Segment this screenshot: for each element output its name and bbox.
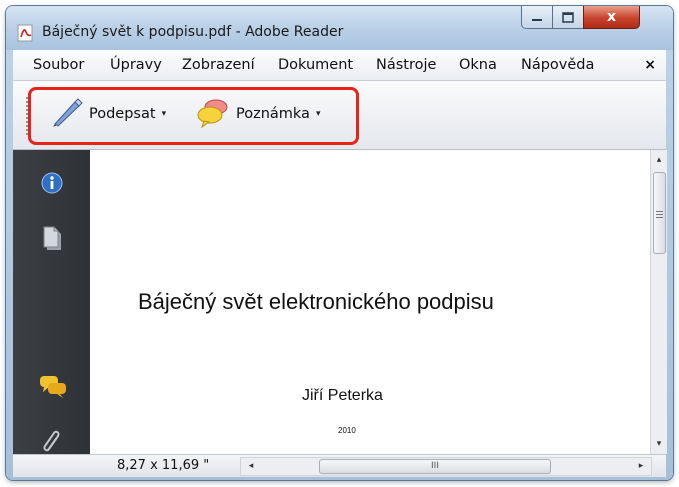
close-icon: x (606, 9, 617, 25)
comments-icon[interactable] (39, 374, 67, 404)
menu-upravy[interactable]: Úpravy (110, 57, 162, 73)
vertical-scrollbar[interactable]: ▴ ▾ (650, 150, 667, 454)
document-page[interactable]: Báječný svět elektronického podpisu Jiří… (90, 150, 650, 454)
menu-okna[interactable]: Okna (459, 57, 497, 73)
scroll-left-icon[interactable]: ◂ (243, 458, 259, 475)
navigation-pane (13, 150, 90, 454)
document-title: Báječný svět elektronického podpisu (138, 289, 494, 314)
horizontal-scroll-thumb[interactable]: III (319, 459, 551, 474)
menu-zobrazeni[interactable]: Zobrazení (182, 57, 255, 73)
chevron-down-icon: ▾ (161, 109, 167, 119)
status-bar: 8,27 x 11,69 " ◂ III ▸ (13, 454, 666, 477)
scroll-up-icon[interactable]: ▴ (651, 152, 667, 168)
document-author: Jiří Peterka (302, 387, 383, 404)
adobe-reader-icon (17, 24, 35, 42)
speech-bubbles-icon (196, 96, 230, 132)
horizontal-scrollbar[interactable]: ◂ III ▸ (240, 457, 652, 476)
minimize-icon (531, 8, 543, 27)
chevron-down-icon: ▾ (315, 109, 321, 119)
close-document-icon[interactable]: × (644, 57, 656, 73)
maximize-button[interactable] (552, 6, 584, 29)
scroll-right-icon[interactable]: ▸ (633, 458, 649, 475)
menu-bar: Soubor Úpravy Zobrazení Dokument Nástroj… (13, 50, 666, 81)
maximize-icon (562, 8, 574, 27)
vertical-scroll-thumb[interactable] (653, 172, 666, 254)
close-button[interactable]: x (583, 6, 640, 29)
comment-label: Poznámka (236, 106, 310, 122)
document-year: 2010 (338, 426, 356, 435)
menu-napoveda[interactable]: Nápověda (521, 57, 594, 73)
comment-button[interactable]: Poznámka ▾ (196, 98, 320, 130)
menu-dokument[interactable]: Dokument (278, 57, 353, 73)
pen-icon (49, 96, 83, 132)
menu-nastroje[interactable]: Nástroje (376, 57, 436, 73)
info-icon[interactable] (41, 172, 63, 198)
sign-button[interactable]: Podepsat ▾ (49, 98, 166, 130)
app-window: Báječný svět k podpisu.pdf - Adobe Reade… (6, 6, 673, 480)
title-bar[interactable]: Báječný svět k podpisu.pdf - Adobe Reade… (6, 6, 673, 50)
menu-soubor[interactable]: Soubor (33, 57, 84, 73)
pages-icon[interactable] (43, 226, 63, 256)
scroll-grip (656, 211, 663, 218)
minimize-button[interactable] (521, 6, 553, 29)
page-size-readout: 8,27 x 11,69 " (117, 458, 210, 473)
sign-label: Podepsat (89, 106, 156, 122)
toolbar: Podepsat ▾ Poznámka ▾ (13, 81, 666, 150)
window-title: Báječný svět k podpisu.pdf - Adobe Reade… (42, 24, 344, 40)
scroll-down-icon[interactable]: ▾ (651, 436, 667, 452)
